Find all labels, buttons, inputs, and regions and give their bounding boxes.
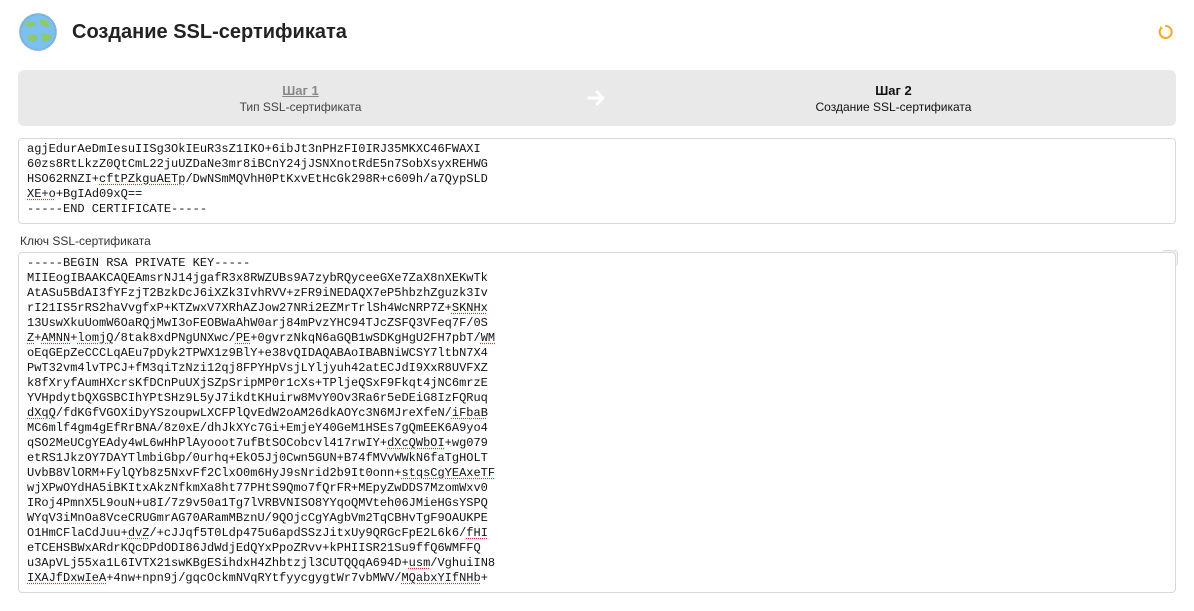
refresh-icon[interactable] (1158, 24, 1174, 40)
content-area: agjEdurAeDmIesuIISg3OkIEuR3sZ1IKO+6ibJt3… (0, 138, 1194, 611)
wizard-step-2-title: Шаг 2 (875, 83, 912, 98)
wizard-step-1-title: Шаг 1 (282, 83, 319, 98)
page-header: Создание SSL-сертификата (0, 0, 1194, 70)
wizard-step-2-sub: Создание SSL-сертификата (816, 100, 972, 114)
key-field-wrapper: ? -----BEGIN RSA PRIVATE KEY----- MIIEog… (18, 252, 1176, 593)
wizard-step-1-sub: Тип SSL-сертификата (240, 100, 362, 114)
wizard-step-2: Шаг 2 Создание SSL-сертификата (611, 70, 1176, 126)
key-label: Ключ SSL-сертификата (20, 234, 1176, 248)
globe-icon (18, 12, 58, 52)
page-title: Создание SSL-сертификата (72, 21, 347, 44)
certificate-text: agjEdurAeDmIesuIISg3OkIEuR3sZ1IKO+6ibJt3… (27, 142, 1167, 217)
certificate-textarea[interactable]: agjEdurAeDmIesuIISg3OkIEuR3sZ1IKO+6ibJt3… (18, 138, 1176, 224)
key-text: -----BEGIN RSA PRIVATE KEY----- MIIEogIB… (27, 256, 1167, 586)
wizard-arrow-icon (583, 70, 611, 126)
wizard-steps: Шаг 1 Тип SSL-сертификата Шаг 2 Создание… (18, 70, 1176, 126)
key-textarea[interactable]: -----BEGIN RSA PRIVATE KEY----- MIIEogIB… (18, 252, 1176, 593)
wizard-step-1[interactable]: Шаг 1 Тип SSL-сертификата (18, 70, 583, 126)
